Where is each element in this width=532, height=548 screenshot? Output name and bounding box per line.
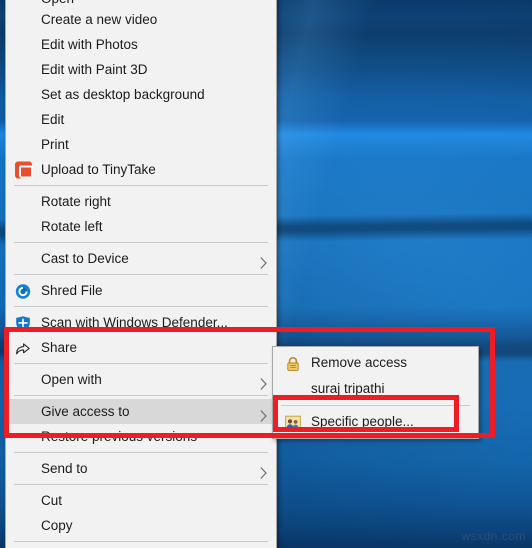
menu-item-set-as-desktop-background[interactable]: Set as desktop background <box>6 82 276 107</box>
menu-item-label: Edit with Photos <box>41 37 138 52</box>
give-access-to-submenu[interactable]: Remove access suraj tripathi Specific peop… <box>272 346 479 439</box>
menu-item-restore-previous-versions[interactable]: Restore previous versions <box>6 424 276 449</box>
menu-item-label: suraj tripathi <box>311 381 385 396</box>
menu-item-label: Rotate right <box>41 194 111 209</box>
menu-item-open[interactable]: Open <box>6 0 276 7</box>
menu-item-label: Open <box>41 0 74 6</box>
submenu-item-remove-access[interactable]: Remove access <box>273 350 478 376</box>
menu-item-edit-with-paint-3d[interactable]: Edit with Paint 3D <box>6 57 276 82</box>
menu-item-print[interactable]: Print <box>6 132 276 157</box>
menu-item-label: Edit with Paint 3D <box>41 62 148 77</box>
menu-item-share[interactable]: Share <box>6 335 276 360</box>
menu-item-upload-to-tinytake[interactable]: Upload to TinyTake <box>6 157 276 182</box>
menu-separator <box>14 395 268 396</box>
menu-separator <box>14 185 268 186</box>
menu-item-label: Set as desktop background <box>41 87 205 102</box>
watermark-text: wsxdn.com <box>461 529 526 543</box>
menu-item-label: Print <box>41 137 69 152</box>
submenu-item-specific-people[interactable]: Specific people... <box>273 409 478 435</box>
menu-item-cast-to-device[interactable]: Cast to Device <box>6 246 276 271</box>
people-icon <box>285 414 301 431</box>
menu-item-label: Cut <box>41 493 63 508</box>
menu-item-create-a-new-video[interactable]: Create a new video <box>6 7 276 32</box>
menu-separator <box>14 274 268 275</box>
menu-item-label: Share <box>41 340 78 355</box>
menu-item-label: Rotate left <box>41 219 103 234</box>
menu-item-rotate-right[interactable]: Rotate right <box>6 189 276 214</box>
share-icon <box>15 339 32 356</box>
menu-item-scan-with-windows-defender[interactable]: Scan with Windows Defender... <box>6 310 276 335</box>
file-context-menu[interactable]: Open Create a new video Edit with Photos Ed… <box>5 0 277 548</box>
padlock-icon <box>285 355 301 371</box>
menu-separator <box>14 541 268 542</box>
menu-item-label: Shred File <box>41 283 103 298</box>
chevron-right-icon <box>259 252 268 269</box>
menu-separator <box>14 363 268 364</box>
menu-item-label: Edit <box>41 112 65 127</box>
menu-item-rotate-left[interactable]: Rotate left <box>6 214 276 239</box>
shred-icon <box>15 282 32 299</box>
menu-item-give-access-to[interactable]: Give access to <box>6 399 276 424</box>
menu-separator <box>14 452 268 453</box>
menu-item-label: Give access to <box>41 404 130 419</box>
menu-item-copy[interactable]: Copy <box>6 513 276 538</box>
menu-item-label: Scan with Windows Defender... <box>41 315 228 330</box>
menu-item-edit[interactable]: Edit <box>6 107 276 132</box>
chevron-right-icon <box>259 405 268 422</box>
menu-item-label: Specific people... <box>311 414 414 429</box>
screen: wsxdn.com Open Create a new video Edit wit… <box>0 0 532 548</box>
submenu-item-suraj-tripathi[interactable]: suraj tripathi <box>273 376 478 402</box>
menu-item-label: Restore previous versions <box>41 429 198 444</box>
menu-item-open-with[interactable]: Open with <box>6 367 276 392</box>
menu-item-label: Create a new video <box>41 12 158 27</box>
defender-shield-icon <box>15 314 32 331</box>
menu-item-send-to[interactable]: Send to <box>6 456 276 481</box>
menu-item-label: Open with <box>41 372 102 387</box>
menu-separator <box>14 242 268 243</box>
chevron-right-icon <box>259 373 268 390</box>
menu-item-shred-file[interactable]: Shred File <box>6 278 276 303</box>
menu-item-label: Cast to Device <box>41 251 129 266</box>
menu-separator <box>281 405 470 406</box>
menu-item-label: Remove access <box>311 355 408 370</box>
chevron-right-icon <box>259 462 268 479</box>
menu-item-label: Copy <box>41 518 73 533</box>
menu-separator <box>14 484 268 485</box>
menu-item-cut[interactable]: Cut <box>6 488 276 513</box>
menu-item-label: Send to <box>41 461 88 476</box>
menu-item-label: Upload to TinyTake <box>41 162 156 177</box>
menu-separator <box>14 306 268 307</box>
menu-item-edit-with-photos[interactable]: Edit with Photos <box>6 32 276 57</box>
tinytake-icon <box>15 161 33 178</box>
